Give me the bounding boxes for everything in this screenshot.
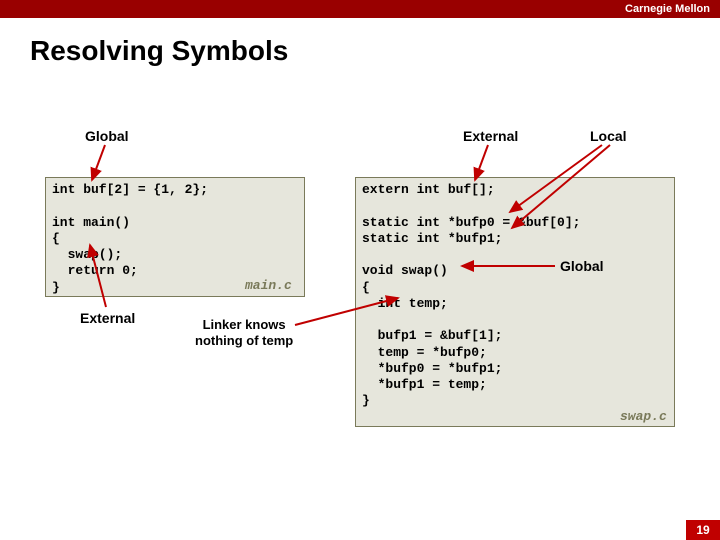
linker-note-line2: nothing of temp (195, 333, 293, 348)
label-local: Local (590, 128, 627, 144)
label-external-top: External (463, 128, 518, 144)
top-bar: Carnegie Mellon (0, 0, 720, 18)
label-global: Global (85, 128, 129, 144)
linker-note-line1: Linker knows (203, 317, 286, 332)
brand-text: Carnegie Mellon (625, 3, 710, 15)
slide-title: Resolving Symbols (30, 35, 288, 67)
page-number: 19 (686, 520, 720, 540)
filename-main: main.c (245, 278, 292, 293)
code-swap: extern int buf[]; static int *bufp0 = &b… (355, 177, 675, 427)
filename-swap: swap.c (620, 409, 667, 424)
label-external-bottom: External (80, 310, 135, 326)
label-global-annot: Global (560, 258, 604, 274)
linker-note: Linker knows nothing of temp (195, 317, 293, 348)
